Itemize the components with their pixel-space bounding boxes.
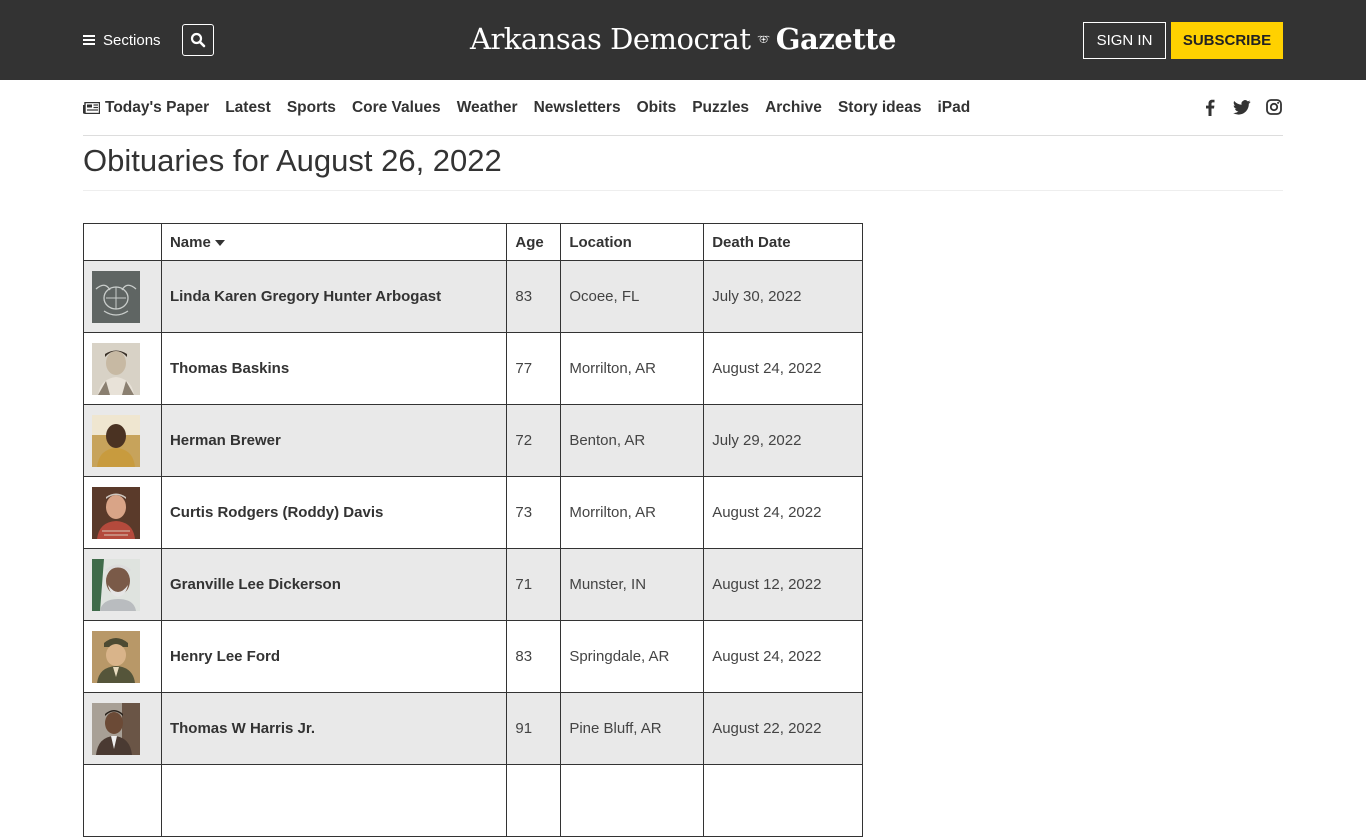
obit-age [506, 764, 562, 837]
obit-death-date: August 12, 2022 [703, 548, 863, 621]
nav-item-puzzles[interactable]: Puzzles [692, 99, 749, 117]
table-row[interactable]: Curtis Rodgers (Roddy) Davis 73 Morrilto… [83, 476, 863, 549]
instagram-icon[interactable] [1265, 98, 1283, 116]
obit-age: 71 [506, 548, 562, 621]
sort-down-icon [214, 239, 225, 246]
search-button[interactable] [182, 24, 214, 56]
obit-location [560, 764, 705, 837]
nav-divider [83, 135, 1283, 136]
table-row[interactable]: Henry Lee Ford 83 Springdale, AR August … [83, 620, 863, 693]
obit-age: 77 [506, 332, 562, 405]
obit-age: 91 [506, 692, 562, 765]
obit-location: Benton, AR [560, 404, 705, 477]
obit-death-date: August 24, 2022 [703, 332, 863, 405]
photo-cell [83, 332, 162, 405]
social-links [1201, 98, 1283, 116]
table-row[interactable]: Granville Lee Dickerson 71 Munster, IN A… [83, 548, 863, 621]
obit-death-date [703, 764, 863, 837]
obit-death-date: August 24, 2022 [703, 620, 863, 693]
table-row[interactable]: Thomas Baskins 77 Morrilton, AR August 2… [83, 332, 863, 405]
obit-death-date: July 29, 2022 [703, 404, 863, 477]
photo-cell [83, 620, 162, 693]
hamburger-icon [83, 35, 95, 45]
obit-death-date: July 30, 2022 [703, 260, 863, 333]
nav-item-sports[interactable]: Sports [287, 99, 336, 117]
photo-cell [83, 476, 162, 549]
table-row[interactable]: Herman Brewer 72 Benton, AR July 29, 202… [83, 404, 863, 477]
obit-location: Morrilton, AR [560, 476, 705, 549]
obit-name[interactable]: Linda Karen Gregory Hunter Arbogast [160, 260, 508, 333]
table-header-row: Name Age Location Death Date [83, 223, 863, 261]
obit-name[interactable]: Granville Lee Dickerson [160, 548, 508, 621]
obit-location: Springdale, AR [560, 620, 705, 693]
location-column-header[interactable]: Location [560, 223, 705, 261]
table-row[interactable]: Linda Karen Gregory Hunter Arbogast 83 O… [83, 260, 863, 333]
death-date-column-header[interactable]: Death Date [703, 223, 863, 261]
page-title: Obituaries for August 26, 2022 [83, 143, 502, 178]
nav-item-todays-paper[interactable]: Today's Paper [83, 99, 209, 117]
portrait-photo[interactable] [92, 414, 140, 467]
photo-column-header [83, 223, 162, 261]
nav-item-core-values[interactable]: Core Values [352, 99, 441, 117]
twitter-icon[interactable] [1233, 98, 1251, 116]
name-column-header[interactable]: Name [160, 223, 508, 261]
nav-item-obits[interactable]: Obits [637, 99, 677, 117]
seal-placeholder-photo[interactable] [92, 270, 140, 323]
facebook-icon[interactable] [1201, 98, 1219, 116]
obit-name[interactable]: Herman Brewer [160, 404, 508, 477]
name-header-label: Name [169, 233, 211, 251]
main-nav: Today's Paper Latest Sports Core Values … [83, 94, 1283, 122]
photo-cell [83, 764, 162, 837]
obit-age: 83 [506, 620, 562, 693]
obit-death-date: August 24, 2022 [703, 476, 863, 549]
site-header: Sections Arkansas Democrat Gazette SIGN … [0, 0, 1366, 80]
photo-cell [83, 260, 162, 333]
obit-location: Munster, IN [560, 548, 705, 621]
sign-in-button[interactable]: SIGN IN [1083, 22, 1166, 59]
obit-name[interactable]: Curtis Rodgers (Roddy) Davis [160, 476, 508, 549]
title-divider [83, 190, 1283, 191]
obit-name[interactable] [160, 764, 508, 837]
obit-age: 72 [506, 404, 562, 477]
obit-name[interactable]: Thomas Baskins [160, 332, 508, 405]
obit-location: Pine Bluff, AR [560, 692, 705, 765]
seal-icon [757, 35, 770, 43]
obit-death-date: August 22, 2022 [703, 692, 863, 765]
masthead-left-text: Arkansas Democrat [470, 22, 751, 56]
newspaper-icon [83, 102, 100, 114]
nav-item-weather[interactable]: Weather [457, 99, 518, 117]
obituaries-table: Name Age Location Death Date Linda Karen… [83, 223, 863, 837]
nav-item-latest[interactable]: Latest [225, 99, 271, 117]
photo-cell [83, 548, 162, 621]
obit-name[interactable]: Thomas W Harris Jr. [160, 692, 508, 765]
obit-name[interactable]: Henry Lee Ford [160, 620, 508, 693]
obit-age: 73 [506, 476, 562, 549]
table-row[interactable] [83, 764, 863, 837]
photo-cell [83, 692, 162, 765]
portrait-photo[interactable] [92, 558, 140, 611]
obit-location: Morrilton, AR [560, 332, 705, 405]
nav-item-story-ideas[interactable]: Story ideas [838, 99, 922, 117]
obit-age: 83 [506, 260, 562, 333]
nav-item-newsletters[interactable]: Newsletters [534, 99, 621, 117]
masthead-right-text: Gazette [775, 22, 897, 56]
portrait-photo[interactable] [92, 342, 140, 395]
age-column-header[interactable]: Age [506, 223, 562, 261]
photo-cell [83, 404, 162, 477]
portrait-photo[interactable] [92, 486, 140, 539]
obit-location: Ocoee, FL [560, 260, 705, 333]
subscribe-button[interactable]: SUBSCRIBE [1171, 22, 1283, 59]
nav-item-archive[interactable]: Archive [765, 99, 822, 117]
masthead-logo[interactable]: Arkansas Democrat Gazette [470, 18, 897, 60]
portrait-photo[interactable] [92, 630, 140, 683]
table-row[interactable]: Thomas W Harris Jr. 91 Pine Bluff, AR Au… [83, 692, 863, 765]
sections-label: Sections [103, 31, 161, 49]
nav-label: Today's Paper [105, 99, 210, 116]
sections-menu-button[interactable]: Sections [83, 28, 161, 52]
portrait-photo[interactable] [92, 702, 140, 755]
search-icon [190, 32, 206, 48]
nav-item-ipad[interactable]: iPad [938, 99, 971, 117]
